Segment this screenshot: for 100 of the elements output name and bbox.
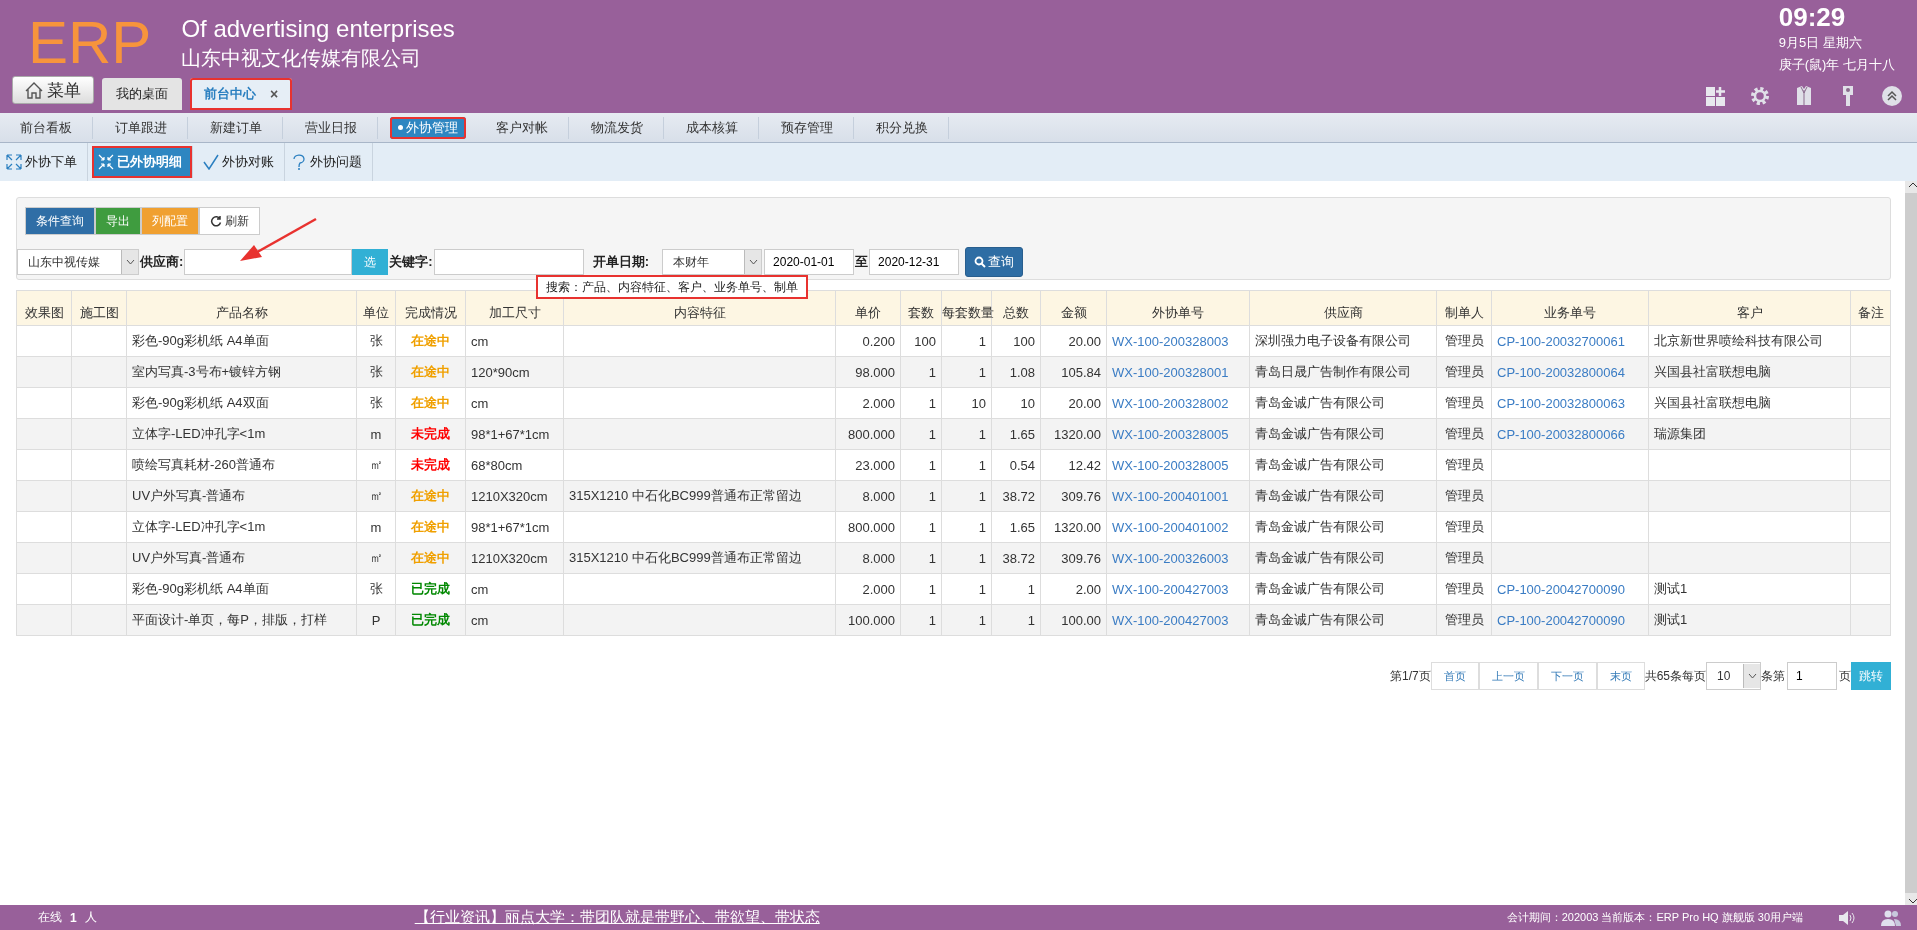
order-link[interactable]: WX-100-200401002 <box>1112 519 1229 535</box>
order-link[interactable]: CP-100-20042700090 <box>1497 581 1625 597</box>
scrollbar[interactable] <box>1905 181 1917 905</box>
column-header: 供应商 <box>1249 290 1437 326</box>
toolbar-button[interactable]: 条件查询 <box>25 207 95 235</box>
tab[interactable]: 前台中心 × <box>190 78 293 110</box>
order-link[interactable]: WX-100-200326003 <box>1112 550 1229 566</box>
page-field[interactable]: 1 <box>1787 662 1837 690</box>
scroll-up-icon[interactable] <box>1908 181 1917 189</box>
toolbar-button[interactable]: 导出 <box>95 207 141 235</box>
order-link[interactable]: WX-100-200427003 <box>1112 581 1229 597</box>
order-link[interactable]: WX-100-200427003 <box>1112 612 1229 628</box>
subnav-tab[interactable]: 外协对账 <box>197 143 285 181</box>
table-cell: 青岛金诚广告有限公司 <box>1249 480 1437 512</box>
home-icon <box>25 81 43 99</box>
column-header: 外协单号 <box>1106 290 1250 326</box>
table-cell: 测试1 <box>1648 573 1851 605</box>
table-cell: 1 <box>941 604 992 636</box>
status-text: 在途中 <box>411 395 450 410</box>
company-select[interactable]: 山东中视传媒 <box>17 249 139 275</box>
table-cell: 1 <box>900 573 942 605</box>
nav-tab[interactable]: 物流发货 <box>571 116 664 139</box>
date-from-field[interactable]: 2020-01-01 <box>764 249 855 275</box>
subnav-tab[interactable]: 已外协明细 <box>92 146 193 178</box>
table-cell: 800.000 <box>835 511 901 543</box>
page-button[interactable]: 末页 <box>1596 662 1645 690</box>
scroll-down-icon[interactable] <box>1908 897 1917 905</box>
order-link[interactable]: WX-100-200328001 <box>1112 364 1229 380</box>
total-label: 共65条每页 <box>1644 667 1706 685</box>
table-cell: 800.000 <box>835 418 901 450</box>
version-info: 会计期间：202003 当前版本：ERP Pro HQ 旗舰版 30用户端 <box>1506 910 1803 925</box>
nav-tab[interactable]: 外协管理 <box>390 116 466 139</box>
order-link[interactable]: CP-100-20032700061 <box>1497 333 1625 349</box>
page-info: 第1/7页 <box>1389 667 1431 685</box>
tab[interactable]: 我的桌面 <box>102 78 182 110</box>
order-link[interactable]: WX-100-200401001 <box>1112 488 1229 504</box>
table-cell <box>71 449 127 481</box>
news-link[interactable]: 【行业资讯】丽点大学：带团队就是带野心、带欲望、带状态 <box>414 908 820 927</box>
order-link[interactable]: CP-100-20032800063 <box>1497 395 1625 411</box>
table-cell <box>16 604 72 636</box>
nav-tab[interactable]: 前台看板 <box>0 116 93 139</box>
table-cell: cm <box>465 387 564 419</box>
order-link[interactable]: CP-100-20032800066 <box>1497 426 1625 442</box>
table-cell: 10 <box>941 387 992 419</box>
page-button[interactable]: 下一页 <box>1537 662 1597 690</box>
table-cell: cm <box>465 604 564 636</box>
table-cell: 兴国县社富联想电脑 <box>1648 356 1851 388</box>
order-link[interactable]: WX-100-200328003 <box>1112 333 1229 349</box>
order-link[interactable]: WX-100-200328005 <box>1112 457 1229 473</box>
add-widget-icon[interactable] <box>1705 85 1727 107</box>
table-cell: cm <box>465 573 564 605</box>
menu-button[interactable]: 菜单 <box>12 76 94 104</box>
table-cell: 309.76 <box>1040 542 1107 574</box>
table-cell: 1 <box>941 356 992 388</box>
settings-icon[interactable] <box>1749 85 1771 107</box>
collapse-up-icon[interactable] <box>1881 85 1903 107</box>
jump-button[interactable]: 跳转 <box>1851 662 1891 690</box>
table-cell: 1210X320cm <box>465 480 564 512</box>
table-cell: 23.000 <box>835 449 901 481</box>
table-cell: 1 <box>900 511 942 543</box>
order-link[interactable]: CP-100-20032800064 <box>1497 364 1625 380</box>
table-cell: 测试1 <box>1648 604 1851 636</box>
subnav-tab[interactable]: 外协下单 <box>0 143 88 181</box>
table-cell: 1 <box>941 449 992 481</box>
toolbar-button[interactable]: 刷新 <box>199 207 260 235</box>
table-cell: 平面设计-单页，每P，排版，打样 <box>126 604 357 636</box>
nav-tab[interactable]: 营业日报 <box>285 116 378 139</box>
caret-icon <box>1747 673 1757 679</box>
table-cell: 1 <box>941 418 992 450</box>
period-select[interactable]: 本财年 <box>662 249 763 275</box>
nav-tab[interactable]: 成本核算 <box>666 116 759 139</box>
pick-button[interactable]: 选 <box>352 249 389 275</box>
speaker-icon[interactable] <box>1837 908 1857 927</box>
close-icon[interactable]: × <box>270 86 279 102</box>
column-header: 产品名称 <box>126 290 357 326</box>
subnav-tab[interactable]: 外协问题 <box>285 143 373 181</box>
order-link[interactable]: WX-100-200328005 <box>1112 426 1229 442</box>
users-icon[interactable] <box>1881 908 1901 927</box>
nav-tab[interactable]: 订单跟进 <box>95 116 188 139</box>
table-cell: 100.00 <box>1040 604 1107 636</box>
order-link[interactable]: WX-100-200328002 <box>1112 395 1229 411</box>
table-cell: ㎡ <box>356 449 396 481</box>
nav-tab[interactable]: 新建订单 <box>190 116 283 139</box>
page-size-select[interactable]: 10 <box>1706 662 1761 690</box>
keyword-field[interactable] <box>433 249 584 275</box>
order-link[interactable]: CP-100-20042700090 <box>1497 612 1625 628</box>
nav-tab[interactable]: 积分兑换 <box>856 116 949 139</box>
nav-tab[interactable]: 客户对帐 <box>476 116 569 139</box>
table-cell: 1 <box>900 387 942 419</box>
date-to-field[interactable]: 2020-12-31 <box>869 249 960 275</box>
table-cell: 12.42 <box>1040 449 1107 481</box>
page-button[interactable]: 上一页 <box>1478 662 1538 690</box>
supplier-field[interactable] <box>184 249 353 275</box>
supplier-label: 供应商: <box>139 253 185 271</box>
table-cell: UV户外写真-普通布 <box>126 480 357 512</box>
table-cell: 100.000 <box>835 604 901 636</box>
page-button[interactable]: 首页 <box>1430 662 1479 690</box>
nav-tab[interactable]: 预存管理 <box>761 116 854 139</box>
table-cell <box>16 387 72 419</box>
search-button[interactable]: 查询 <box>965 247 1024 277</box>
